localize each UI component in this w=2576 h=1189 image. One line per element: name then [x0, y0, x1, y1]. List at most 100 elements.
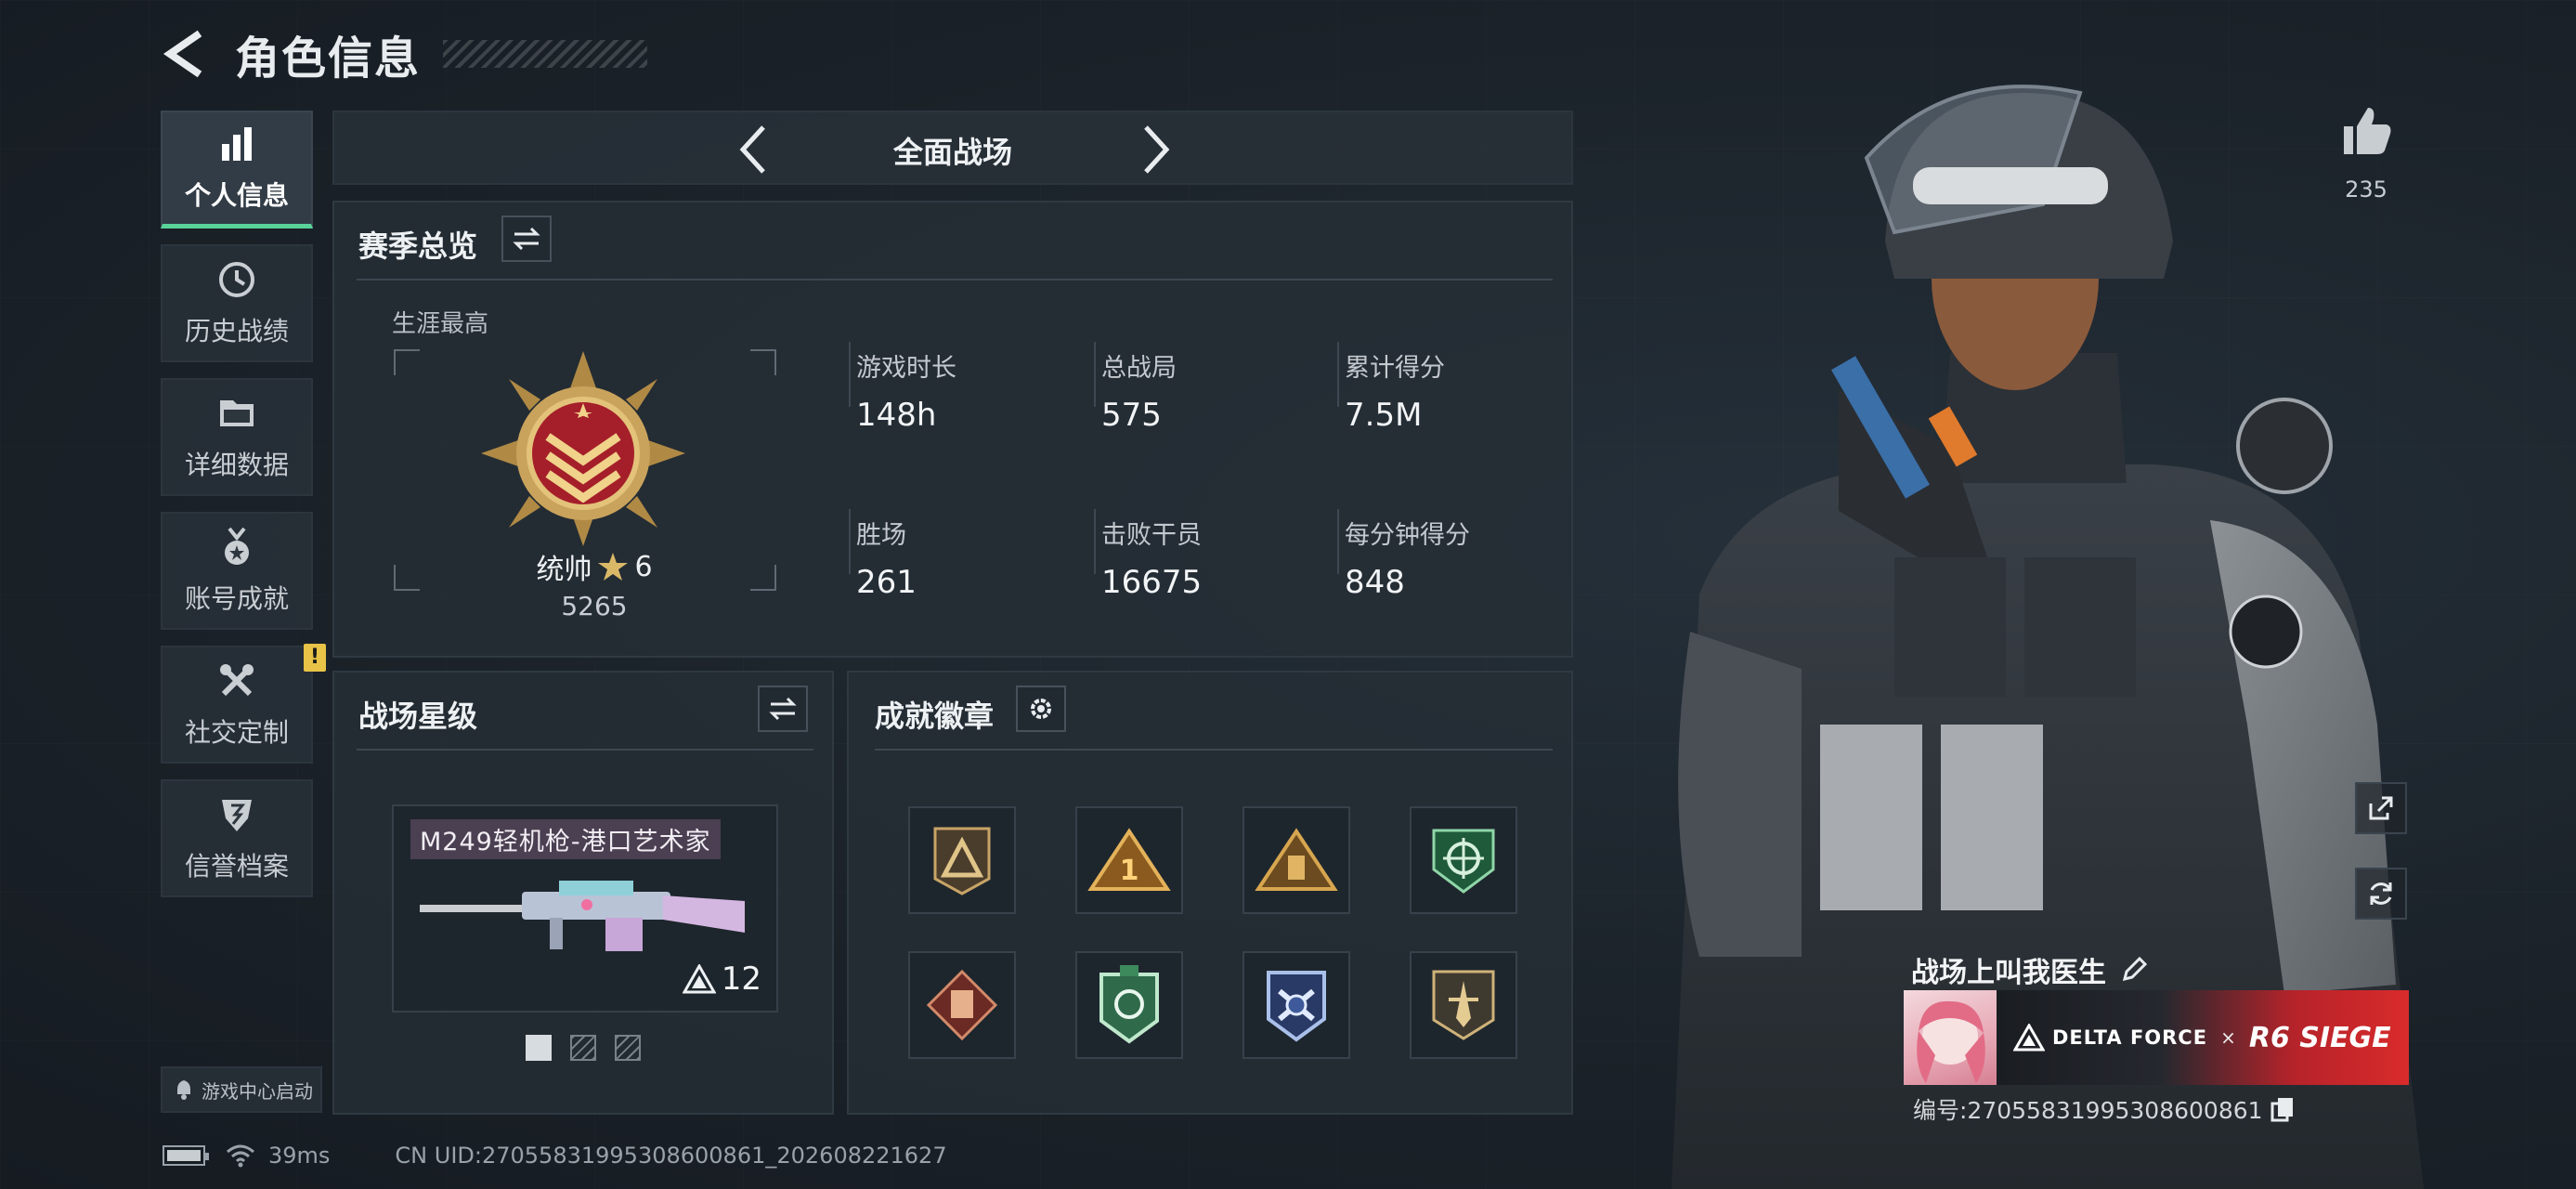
share-button[interactable]	[2355, 782, 2407, 834]
sidebar-item-detailed-data[interactable]: 详细数据	[161, 378, 313, 496]
green-shield-badge-icon	[1099, 965, 1159, 1044]
sidebar-item-label: 个人信息	[184, 180, 289, 211]
stat-separator	[1094, 509, 1096, 574]
battlefield-star-title: 战场星级	[358, 699, 478, 734]
uid-text: CN UID:2705583199530860​0861_20260822162…	[395, 1143, 947, 1169]
title-decoration	[443, 40, 648, 68]
avatar[interactable]	[1904, 990, 1997, 1085]
stat-label: 总战局	[1101, 354, 1177, 383]
stat-label: 游戏时长	[856, 354, 956, 383]
thumbs-up-icon[interactable]	[2338, 102, 2394, 158]
achievement-badge[interactable]	[908, 951, 1016, 1059]
stat-label: 每分钟得分	[1345, 521, 1470, 550]
rank-name: 统帅	[536, 554, 592, 586]
swap-button[interactable]	[758, 686, 808, 732]
stat-score-per-minute: 每分钟得分 848	[1345, 515, 1568, 601]
dagger-insignia-icon	[1432, 970, 1495, 1040]
player-banner[interactable]: DELTA FORCE × R6 SIEGE	[1904, 990, 2409, 1085]
svg-text:1: 1	[1120, 855, 1139, 887]
weapon-level: 12	[682, 960, 761, 998]
number-one-insignia-icon: 1	[1087, 828, 1171, 891]
header: 角色信息	[163, 26, 648, 85]
sidebar-item-label: 历史战绩	[184, 315, 289, 346]
edit-pencil-icon[interactable]	[2119, 955, 2149, 985]
sidebar-item-achievements[interactable]: 账号成就	[161, 512, 313, 630]
frame-corner	[750, 565, 776, 591]
badge-settings-button[interactable]	[1016, 686, 1066, 732]
frame-corner	[394, 565, 420, 591]
sidebar-item-social[interactable]: 社交定制 !	[161, 644, 326, 764]
stat-total-matches: 总战局 575	[1101, 347, 1324, 434]
achievement-badge[interactable]	[1075, 951, 1183, 1059]
page-title: 角色信息	[235, 33, 422, 85]
achievement-badge[interactable]	[1410, 951, 1517, 1059]
blue-cross-badge-icon	[1267, 971, 1326, 1042]
shield-emblem-icon	[222, 799, 252, 831]
pyramid-insignia-icon	[1255, 828, 1338, 891]
tools-icon	[220, 663, 254, 696]
career-best-label: 生涯最高	[392, 310, 489, 338]
achievement-badge[interactable]	[1242, 951, 1350, 1059]
delta-force-logo-icon	[2013, 1024, 2045, 1052]
sidebar-item-personal-info[interactable]: 个人信息	[161, 111, 313, 229]
ping-value: 39ms	[268, 1143, 331, 1169]
like-count: 235	[2345, 176, 2387, 203]
divider	[357, 279, 1553, 281]
history-clock-icon	[219, 261, 254, 297]
sidebar-item-credit[interactable]: 信誉档案	[161, 779, 313, 897]
stat-play-time: 游戏时长 148h	[856, 347, 1079, 434]
stat-value: 16675	[1101, 564, 1203, 601]
rank-stars: 6	[634, 550, 653, 583]
achievement-badge[interactable]: 1	[1075, 806, 1183, 914]
stat-value: 148h	[856, 397, 937, 434]
player-id-text: 编号:2705583199530860​0861	[1913, 1097, 2263, 1124]
star-rank-icon	[682, 964, 716, 994]
stat-separator	[1337, 509, 1339, 574]
game-center-launch-button[interactable]: 游戏中心启动	[161, 1066, 322, 1113]
sidebar-item-label: 详细数据	[184, 449, 289, 480]
chevron-right-icon[interactable]	[1129, 122, 1181, 177]
sidebar: 个人信息 历史战绩 详细数据 账号成就 社交定制 ! 信誉档案	[161, 111, 326, 913]
brand-r6-siege: R6 SIEGE	[2248, 1021, 2391, 1054]
stat-label: 击败干员	[1101, 521, 1202, 550]
stat-separator	[849, 342, 851, 407]
achievement-badge[interactable]	[1242, 806, 1350, 914]
bell-icon	[177, 1080, 190, 1100]
green-crosshair-badge-icon	[1432, 829, 1495, 894]
folder-icon	[220, 399, 254, 426]
stat-label: 累计得分	[1345, 354, 1445, 383]
page-dot[interactable]	[615, 1035, 641, 1061]
star-icon	[598, 553, 629, 581]
back-arrow-icon[interactable]	[163, 28, 207, 80]
copy-icon[interactable]	[2270, 1096, 2295, 1122]
sidebar-item-label: 账号成就	[184, 582, 289, 614]
gear-icon	[1031, 699, 1051, 719]
player-name-text: 战场上叫我医生	[1911, 957, 2106, 989]
stat-value: 848	[1345, 564, 1405, 601]
refresh-button[interactable]	[2355, 868, 2407, 920]
frame-corner	[394, 349, 420, 375]
achievement-badges-title: 成就徽章	[875, 699, 995, 734]
banner-brand: DELTA FORCE × R6 SIEGE	[1997, 990, 2409, 1085]
stat-separator	[849, 509, 851, 574]
achievement-badge[interactable]	[1410, 806, 1517, 914]
battery-icon	[163, 1145, 209, 1166]
sidebar-item-history[interactable]: 历史战绩	[161, 244, 313, 362]
stat-wins: 胜场 261	[856, 515, 1079, 601]
status-footer: 39ms CN UID:2705583199530860​0861_202608…	[163, 1141, 947, 1170]
stat-value: 575	[1101, 397, 1162, 434]
swap-button[interactable]	[501, 216, 552, 262]
weapon-name: M249轻机枪-港口艺术家	[410, 819, 721, 859]
share-icon	[2369, 796, 2393, 820]
page-dot[interactable]	[570, 1035, 596, 1061]
season-overview-panel: 赛季总览 生涯最高 统帅 6 5265 游戏时长 148h 总战局 575 累计…	[332, 201, 1573, 658]
mode-title: 全面战场	[892, 135, 1012, 170]
stat-separator	[1094, 342, 1096, 407]
machine-gun-icon	[420, 881, 745, 951]
sidebar-item-label: 信誉档案	[184, 850, 289, 882]
page-dot[interactable]	[526, 1035, 552, 1061]
avatar-portrait	[1917, 1000, 1985, 1083]
weapon-card[interactable]: M249轻机枪-港口艺术家 12	[392, 804, 778, 1013]
achievement-badge[interactable]	[908, 806, 1016, 914]
stat-total-score: 累计得分 7.5M	[1345, 347, 1568, 434]
